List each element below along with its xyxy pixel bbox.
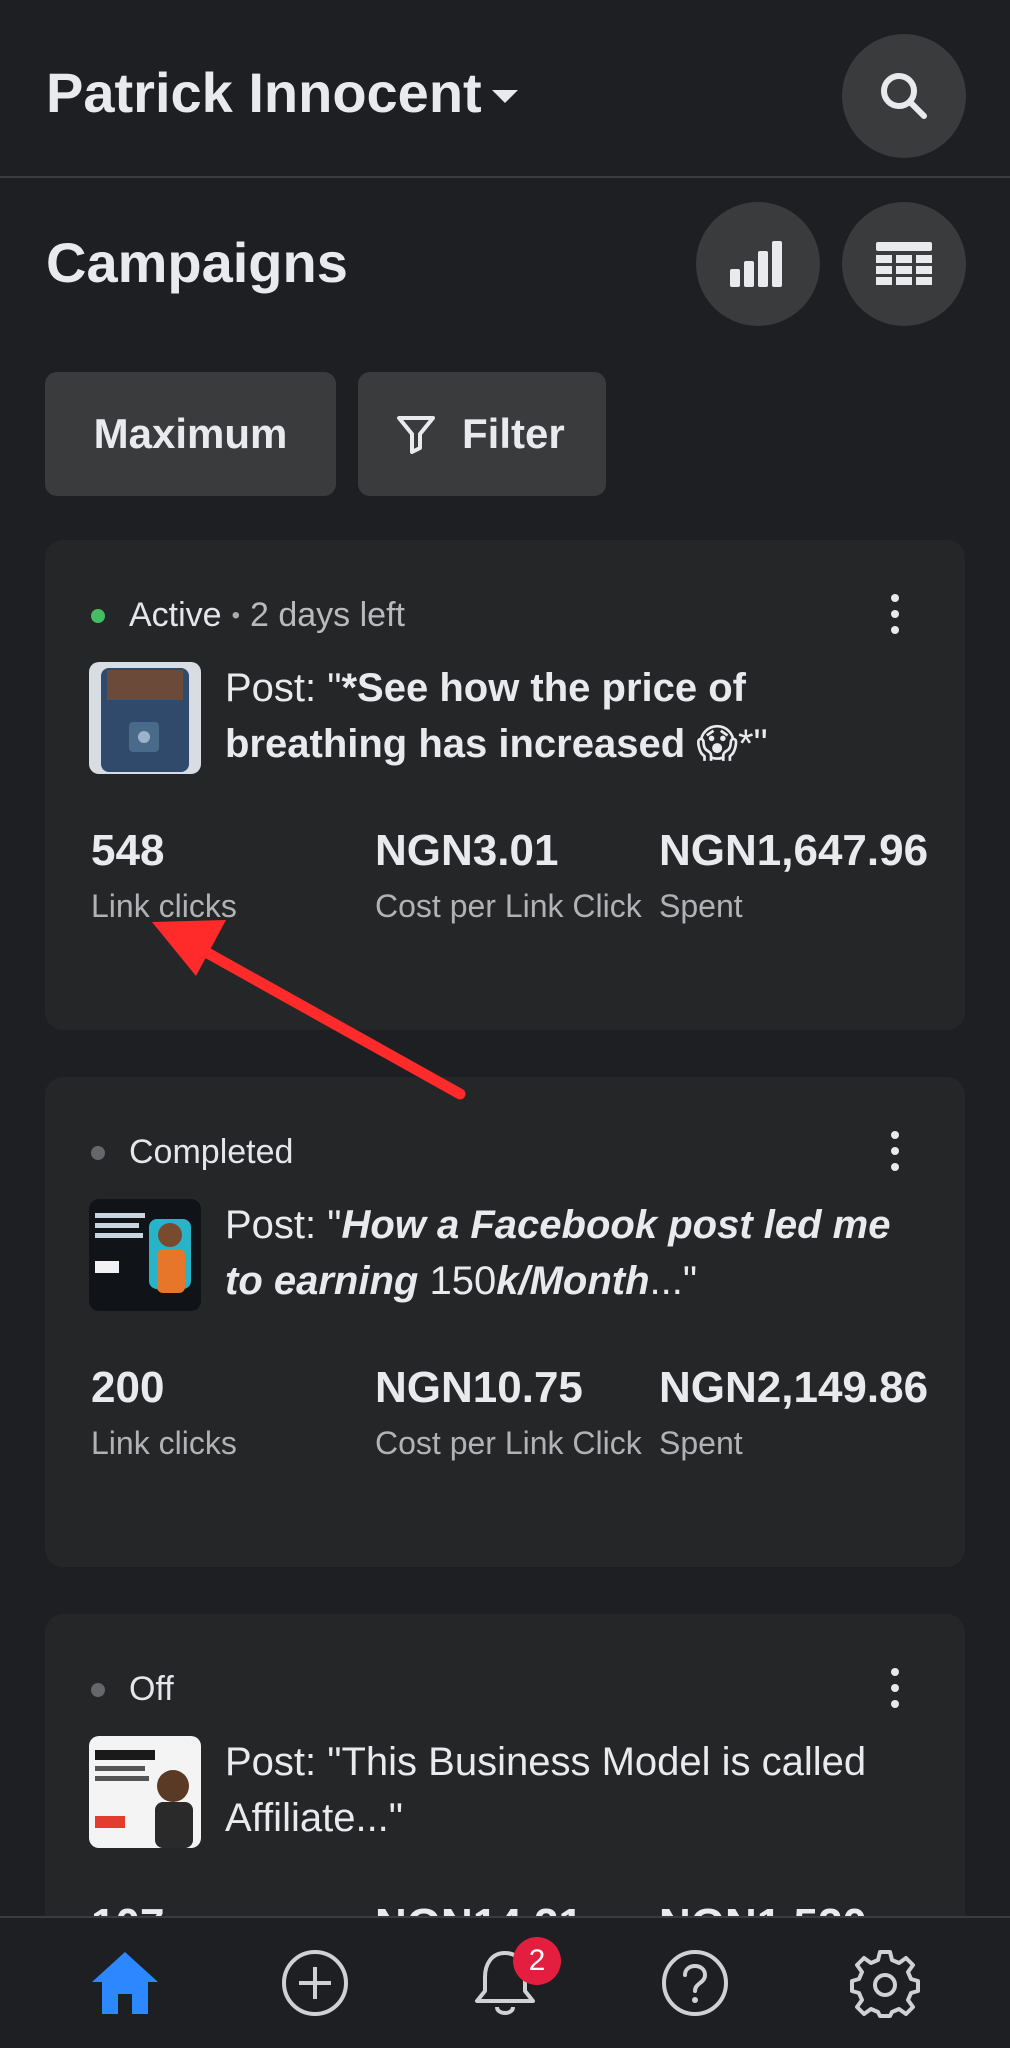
page-title: Campaigns — [46, 231, 348, 294]
more-options-button[interactable] — [885, 594, 905, 634]
status-sub: 2 days left — [250, 596, 405, 634]
status-dot-inactive — [91, 1682, 105, 1697]
post-prefix: Post: " — [225, 1203, 342, 1247]
table-view-button[interactable] — [842, 202, 966, 326]
nav-notifications[interactable]: 2 — [455, 1933, 561, 2033]
nav-create[interactable] — [265, 1933, 365, 2033]
metric-cost-per-click: NGN3.01 Cost per Link Click — [375, 820, 655, 928]
campaign-card[interactable]: Active • 2 days left Post: "*See how the… — [45, 540, 965, 1030]
metric-spent: NGN1,647.96 Spent — [659, 820, 929, 928]
post-text-end: k/Month — [496, 1259, 650, 1303]
metric-value: NGN2,149.86 — [659, 1363, 929, 1412]
nav-home[interactable] — [75, 1933, 175, 2033]
status-dot-active — [91, 608, 105, 623]
post-prefix: Post: " — [225, 666, 342, 710]
help-icon — [662, 1950, 728, 2016]
time-range-button[interactable]: Maximum — [45, 372, 336, 496]
time-range-label: Maximum — [93, 410, 288, 457]
account-name: Patrick Innocent — [46, 61, 482, 124]
metric-value: NGN1,647.96 — [659, 826, 929, 875]
campaign-status: Off — [91, 1670, 174, 1709]
bottom-nav: 2 — [0, 1916, 1010, 2048]
metric-value: 200 — [91, 1363, 165, 1412]
metric-label: Link clicks — [91, 888, 237, 924]
separator: • — [231, 601, 240, 629]
notification-badge: 2 — [513, 1937, 561, 1985]
more-options-button[interactable] — [885, 1668, 905, 1708]
campaign-card[interactable]: Completed Post: "How a Facebook post led… — [45, 1077, 965, 1567]
search-button[interactable] — [842, 34, 966, 158]
metric-value: NGN10.75 — [375, 1363, 583, 1412]
campaign-status: Active • 2 days left — [91, 596, 405, 635]
status-dot-inactive — [91, 1145, 105, 1160]
status-label: Active — [129, 596, 222, 634]
metric-value: NGN3.01 — [375, 826, 559, 875]
post-suffix: ..." — [649, 1259, 698, 1303]
metric-label: Cost per Link Click — [375, 888, 642, 924]
status-label: Completed — [129, 1133, 294, 1171]
metric-label: Cost per Link Click — [375, 1425, 642, 1461]
metric-cost-per-click: NGN10.75 Cost per Link Click — [375, 1357, 655, 1465]
post-thumbnail — [89, 1199, 201, 1311]
top-bar: Patrick Innocent — [0, 0, 1010, 178]
post-thumbnail — [89, 1736, 201, 1848]
filter-icon — [397, 416, 435, 454]
filter-label: Filter — [462, 410, 565, 457]
insights-button[interactable] — [696, 202, 820, 326]
bar-chart-icon — [730, 241, 782, 287]
metric-spent: NGN2,149.86 Spent — [659, 1357, 929, 1465]
post-title: Post: "How a Facebook post led me to ear… — [225, 1197, 915, 1309]
settings-icon — [850, 1950, 920, 2018]
post-title: Post: "This Business Model is called Aff… — [225, 1740, 867, 1840]
metric-label: Spent — [659, 888, 743, 924]
post-suffix: *" — [737, 722, 768, 766]
metric-value: 548 — [91, 826, 165, 875]
post-text-mid: 150 — [418, 1259, 497, 1303]
metric-label: Link clicks — [91, 1425, 237, 1461]
metric-link-clicks: 548 Link clicks — [91, 820, 371, 928]
nav-settings[interactable] — [835, 1933, 935, 2033]
filter-button[interactable]: Filter — [358, 372, 606, 496]
status-label: Off — [129, 1670, 174, 1708]
search-icon — [881, 73, 927, 119]
home-icon — [92, 1952, 158, 2014]
add-icon — [282, 1950, 348, 2016]
campaign-status: Completed — [91, 1133, 293, 1172]
post-title: Post: "*See how the price of breathing h… — [225, 660, 915, 772]
caret-down-icon — [491, 90, 518, 103]
table-icon — [876, 242, 932, 285]
post-thumbnail — [89, 662, 201, 774]
metric-label: Spent — [659, 1425, 743, 1461]
nav-help[interactable] — [645, 1933, 745, 2033]
metric-link-clicks: 200 Link clicks — [91, 1357, 371, 1465]
more-options-button[interactable] — [885, 1131, 905, 1171]
account-switcher[interactable]: Patrick Innocent — [46, 60, 518, 125]
